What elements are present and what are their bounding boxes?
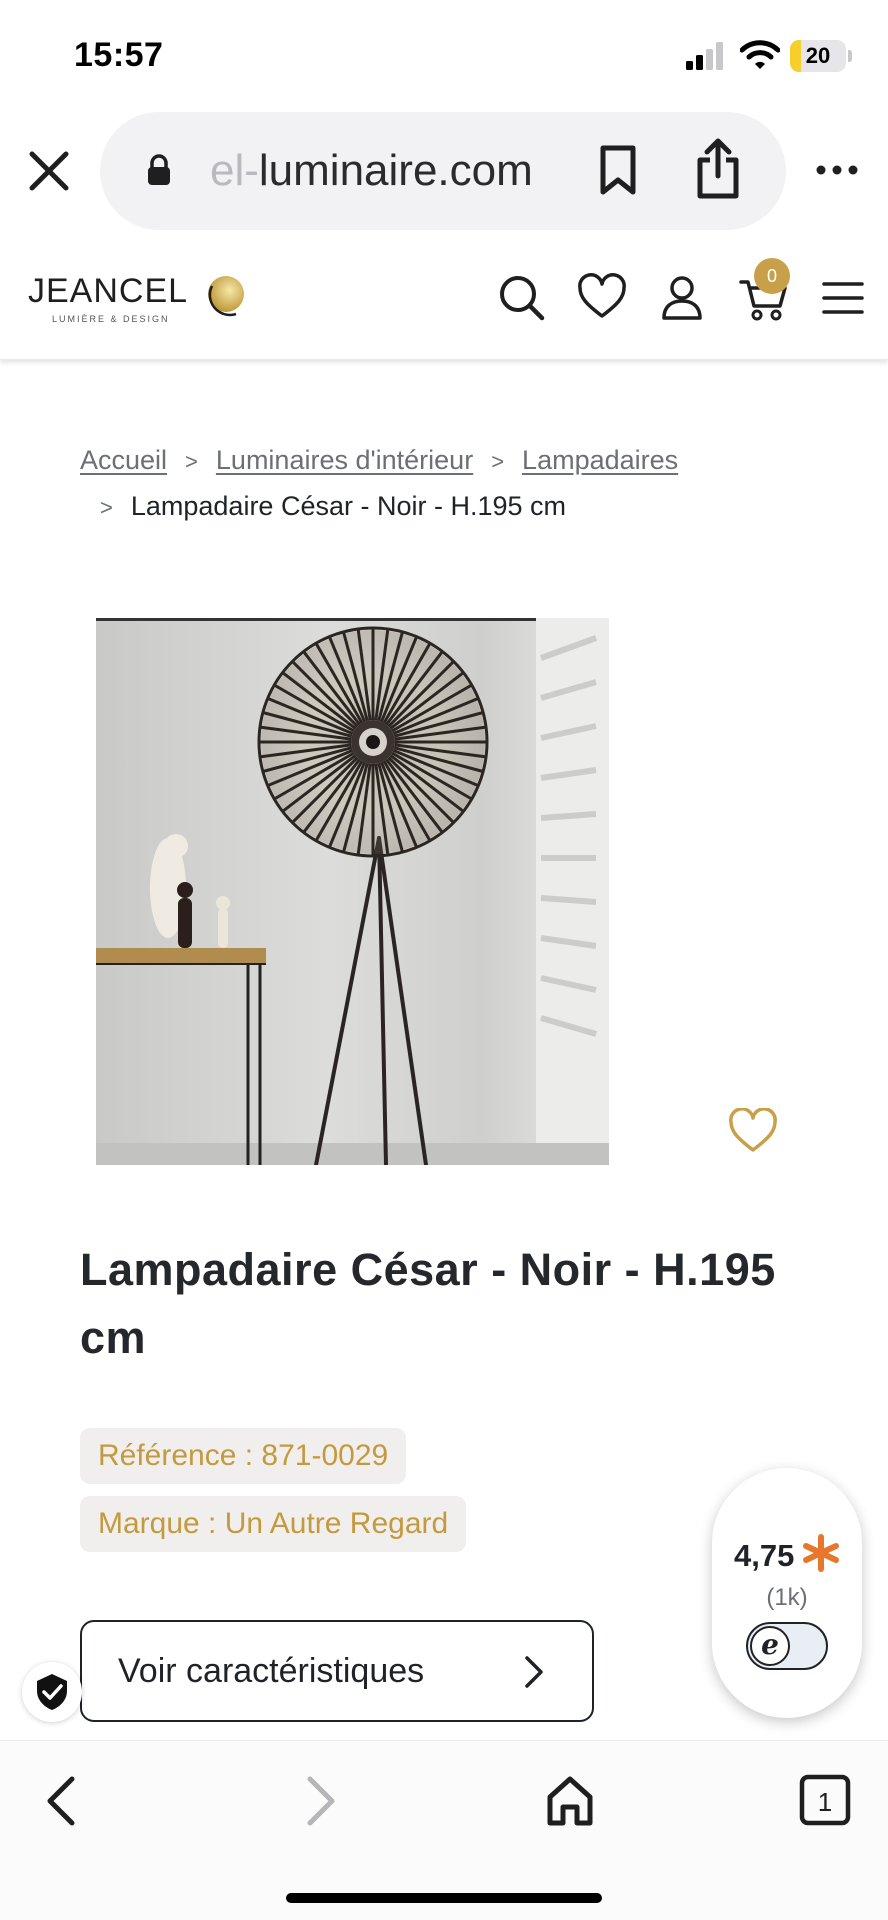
- forward-arrow-icon[interactable]: [288, 1771, 348, 1831]
- lock-icon: [148, 154, 170, 185]
- cellular-signal-icon: [686, 42, 723, 70]
- product-reference-tag: Référence : 871-0029: [80, 1428, 407, 1484]
- breadcrumb-link-floor-lamps[interactable]: Lampadaires: [522, 445, 678, 475]
- breadcrumb: Accueil > Luminaires d'intérieur > Lampadair…: [80, 438, 800, 530]
- account-user-icon[interactable]: [656, 272, 708, 324]
- status-bar: 15:57 20: [0, 0, 888, 110]
- jeancel-logo[interactable]: JEANCEL LUMIÈRE & DESIGN: [28, 270, 250, 330]
- asterisk-star-icon: [803, 1534, 839, 1572]
- back-arrow-icon[interactable]: [34, 1771, 94, 1831]
- svg-text:1: 1: [818, 1787, 832, 1817]
- home-indicator: [286, 1893, 602, 1903]
- breadcrumb-separator: >: [100, 495, 113, 520]
- battery-nub: [848, 50, 852, 62]
- breadcrumb-link-home[interactable]: Accueil: [80, 445, 167, 475]
- wifi-icon: [740, 40, 780, 69]
- ekomi-logo: e: [750, 1626, 790, 1666]
- breadcrumb-separator: >: [185, 449, 198, 474]
- url-text-domain: luminaire.com: [258, 146, 533, 195]
- home-icon[interactable]: [540, 1771, 600, 1831]
- tabs-count-icon[interactable]: 1: [796, 1771, 856, 1831]
- trust-badge[interactable]: [22, 1662, 82, 1722]
- battery-percentage: 20: [805, 43, 831, 68]
- breadcrumb-link-indoor[interactable]: Luminaires d'intérieur: [216, 445, 473, 475]
- url-text-faded: el-: [210, 146, 259, 195]
- logo-circle-icon: [208, 276, 244, 317]
- close-tab-button[interactable]: [26, 148, 72, 194]
- wishlist-heart-icon[interactable]: [576, 272, 628, 324]
- view-characteristics-button[interactable]: Voir caractéristiques: [80, 1620, 594, 1722]
- breadcrumb-line-2: > Lampadaire César - Noir - H.195 cm: [80, 484, 800, 530]
- product-brand-tag[interactable]: Marque : Un Autre Regard: [80, 1496, 467, 1552]
- status-time: 15:57: [74, 36, 164, 74]
- shield-check-icon: [37, 1674, 67, 1710]
- view-characteristics-label: Voir caractéristiques: [118, 1652, 425, 1690]
- address-bar[interactable]: el-luminaire.com: [100, 112, 786, 230]
- battery-indicator: 20: [790, 40, 846, 72]
- chevron-right-icon: [525, 1656, 543, 1688]
- url-text: el-luminaire.com: [210, 146, 533, 196]
- search-icon[interactable]: [496, 272, 548, 324]
- browser-bottom-toolbar: 1: [0, 1740, 888, 1920]
- ekomi-toggle[interactable]: e: [746, 1622, 828, 1670]
- share-icon[interactable]: [694, 138, 742, 200]
- add-to-wishlist-heart-icon[interactable]: [728, 1108, 778, 1154]
- breadcrumb-separator: >: [491, 449, 505, 474]
- more-options-icon[interactable]: [816, 160, 858, 180]
- cart-count-badge: 0: [754, 258, 790, 294]
- breadcrumb-current: Lampadaire César - Noir - H.195 cm: [130, 491, 567, 521]
- product-image[interactable]: [96, 618, 609, 1165]
- site-header: JEANCEL LUMIÈRE & DESIGN 0: [0, 236, 888, 360]
- product-title: Lampadaire César - Noir - H.195 cm: [80, 1244, 776, 1363]
- floor-lamp-photo: [96, 618, 609, 1165]
- menu-hamburger-icon[interactable]: [818, 272, 870, 324]
- logo-tagline: LUMIÈRE & DESIGN: [52, 314, 170, 324]
- logo-wordmark: JEANCEL: [28, 272, 189, 310]
- rating-score: 4,75: [734, 1538, 795, 1573]
- bookmark-icon[interactable]: [598, 144, 638, 196]
- reviews-rating-widget[interactable]: 4,75 (1k) e: [712, 1468, 862, 1718]
- breadcrumb-line-1: Accueil > Luminaires d'intérieur > Lampadair…: [80, 438, 800, 484]
- rating-count: (1k): [766, 1584, 808, 1611]
- browser-url-row: el-luminaire.com: [0, 110, 888, 235]
